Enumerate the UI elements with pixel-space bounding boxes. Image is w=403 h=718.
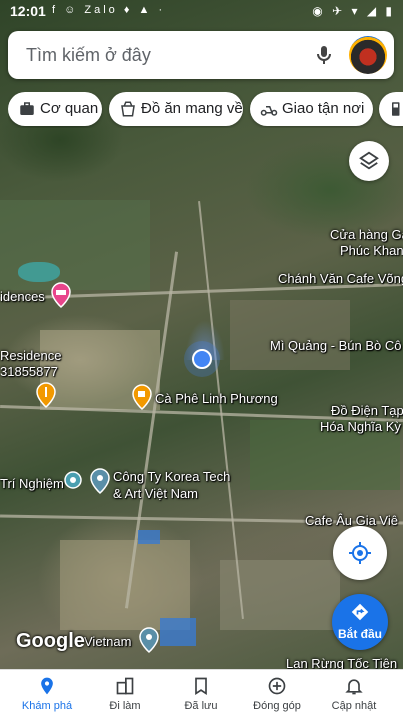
- place-label[interactable]: Residence: [0, 348, 61, 363]
- place-label[interactable]: 31855877: [0, 364, 58, 379]
- map-lake: [18, 262, 60, 282]
- chip-delivery[interactable]: Giao tận nơi: [250, 92, 373, 126]
- system-icons: ◉ ✈ ▾ ◢ ▮: [312, 4, 395, 18]
- my-location-button[interactable]: [333, 526, 387, 580]
- search-bar[interactable]: Tìm kiếm ở đây: [8, 31, 394, 79]
- add-circle-icon: [268, 677, 286, 695]
- place-label[interactable]: & Art Việt Nam: [113, 486, 198, 501]
- place-label[interactable]: Vietnam: [84, 634, 131, 649]
- cafe-icon[interactable]: [132, 384, 152, 410]
- status-time: 12:01: [10, 3, 46, 19]
- chip-gas[interactable]: [379, 92, 403, 126]
- place-label[interactable]: Phúc Khan: [340, 243, 403, 258]
- search-input[interactable]: Tìm kiếm ở đây: [26, 45, 151, 66]
- business-pin-icon[interactable]: [139, 627, 159, 653]
- hotel-icon[interactable]: [51, 282, 71, 308]
- start-label: Bắt đầu: [337, 627, 382, 641]
- nav-label: Cập nhật: [331, 700, 377, 712]
- chip-label: Giao tận nơi: [282, 100, 365, 117]
- layers-button[interactable]: [349, 141, 389, 181]
- place-label[interactable]: Chánh Văn Cafe Võng: [278, 271, 403, 286]
- nav-explore[interactable]: Khám phá: [8, 670, 86, 718]
- map-roof-blue: [138, 530, 160, 544]
- current-location-marker: [192, 349, 212, 369]
- place-label[interactable]: Công Ty Korea Tech: [113, 469, 230, 484]
- directions-icon: [351, 603, 369, 621]
- google-logo: Google: [16, 630, 85, 652]
- nav-label: Khám phá: [21, 700, 73, 712]
- start-directions-button[interactable]: Bắt đầu: [332, 594, 388, 650]
- place-label[interactable]: Trí Nghiệm: [0, 476, 64, 491]
- nav-contribute[interactable]: Đóng góp: [238, 670, 316, 718]
- nav-label: Đã lưu: [184, 700, 218, 712]
- notification-icons: f ☺ Zalo ♦ ▲ ·: [52, 4, 166, 16]
- place-label[interactable]: Đồ Điện Tạp: [331, 403, 403, 418]
- commute-icon: [116, 677, 134, 695]
- bottom-navigation: Khám phá Đi làm Đã lưu Đóng góp Cập nhật: [0, 669, 403, 718]
- bell-icon: [345, 679, 363, 695]
- gas-station-icon: [392, 102, 400, 116]
- scooter-icon: [260, 106, 278, 116]
- nav-commute[interactable]: Đi làm: [86, 670, 164, 718]
- place-label[interactable]: Cafe Âu Gia Viê: [305, 513, 398, 528]
- mic-icon[interactable]: [312, 43, 336, 67]
- takeout-icon: [121, 101, 135, 117]
- map-roof-blue: [160, 618, 196, 646]
- chip-label: Cơ quan: [40, 100, 99, 117]
- category-chips: Cơ quan Đồ ăn mang về Giao tận nơi: [8, 92, 403, 128]
- map-road: [198, 201, 244, 619]
- place-label[interactable]: Cà Phê Linh Phương: [155, 391, 278, 406]
- nav-label: Đóng góp: [253, 700, 301, 712]
- attraction-icon[interactable]: [63, 470, 83, 496]
- map-field: [230, 300, 350, 370]
- nav-saved[interactable]: Đã lưu: [162, 670, 240, 718]
- chip-work[interactable]: Cơ quan: [8, 92, 102, 126]
- chip-takeout[interactable]: Đồ ăn mang về: [109, 92, 243, 126]
- map-field: [60, 540, 190, 630]
- briefcase-icon: [20, 102, 34, 115]
- place-label[interactable]: idences: [0, 289, 45, 304]
- place-label[interactable]: Cửa hàng Ga: [330, 227, 403, 242]
- place-label[interactable]: Mì Quảng - Bún Bò Cô: [270, 338, 402, 353]
- layers-icon: [359, 151, 379, 170]
- avatar[interactable]: [349, 36, 387, 74]
- place-label[interactable]: Hóa Nghĩa Kỳ: [320, 419, 401, 434]
- explore-pin-icon: [41, 677, 53, 695]
- nav-label: Đi làm: [109, 700, 141, 712]
- chip-label: Đồ ăn mang về: [141, 100, 243, 117]
- status-bar: 12:01 f ☺ Zalo ♦ ▲ · ◉ ✈ ▾ ◢ ▮: [0, 0, 403, 24]
- business-pin-icon[interactable]: [90, 468, 110, 494]
- nav-updates[interactable]: Cập nhật: [315, 670, 393, 718]
- bookmark-icon: [195, 677, 207, 696]
- restaurant-icon[interactable]: [36, 382, 56, 408]
- crosshair-icon: [349, 542, 371, 564]
